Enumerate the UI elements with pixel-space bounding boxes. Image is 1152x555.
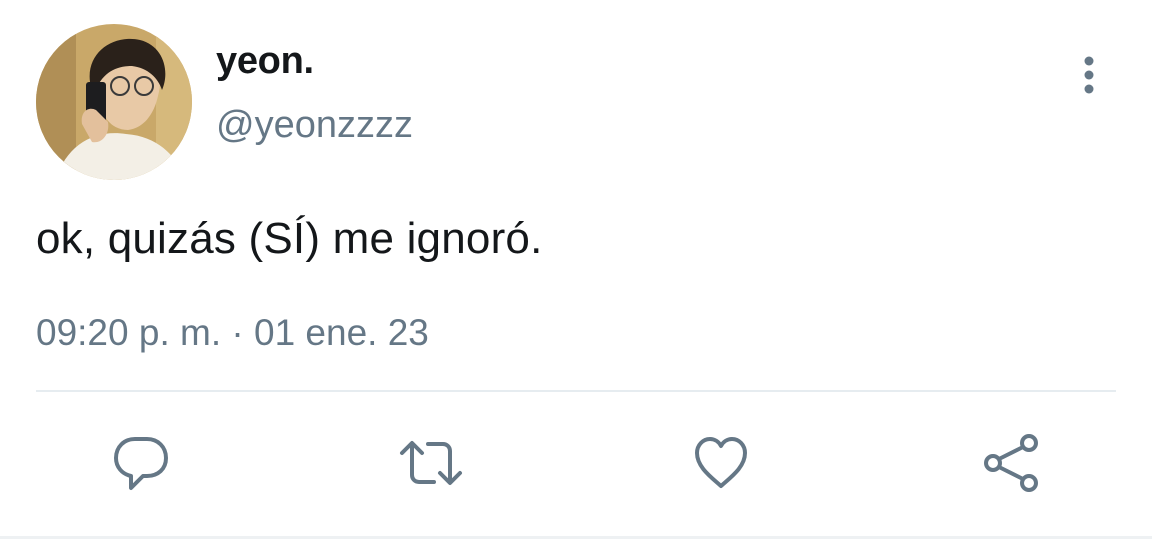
- share-icon: [984, 434, 1038, 492]
- retweet-button[interactable]: [398, 430, 464, 496]
- tweet-card: yeon. @yeonzzzz ok, quizás (SÍ) me ignor…: [0, 0, 1152, 555]
- share-button[interactable]: [978, 430, 1044, 496]
- retweet-icon: [400, 441, 462, 485]
- tweet-text: ok, quizás (SÍ) me ignoró.: [36, 214, 543, 263]
- divider: [36, 390, 1116, 392]
- reply-bubble-icon: [114, 437, 168, 490]
- bottom-border: [0, 536, 1152, 539]
- action-bar: [0, 430, 1152, 496]
- avatar[interactable]: [36, 24, 192, 180]
- reply-button[interactable]: [108, 430, 174, 496]
- display-name[interactable]: yeon.: [216, 40, 314, 83]
- avatar-image: [36, 24, 192, 180]
- more-options-button[interactable]: [1070, 52, 1108, 98]
- heart-icon: [695, 437, 747, 488]
- more-vertical-icon: [1084, 56, 1094, 94]
- user-handle[interactable]: @yeonzzzz: [216, 104, 413, 147]
- like-button[interactable]: [688, 430, 754, 496]
- tweet-timestamp[interactable]: 09:20 p. m. · 01 ene. 23: [36, 312, 429, 354]
